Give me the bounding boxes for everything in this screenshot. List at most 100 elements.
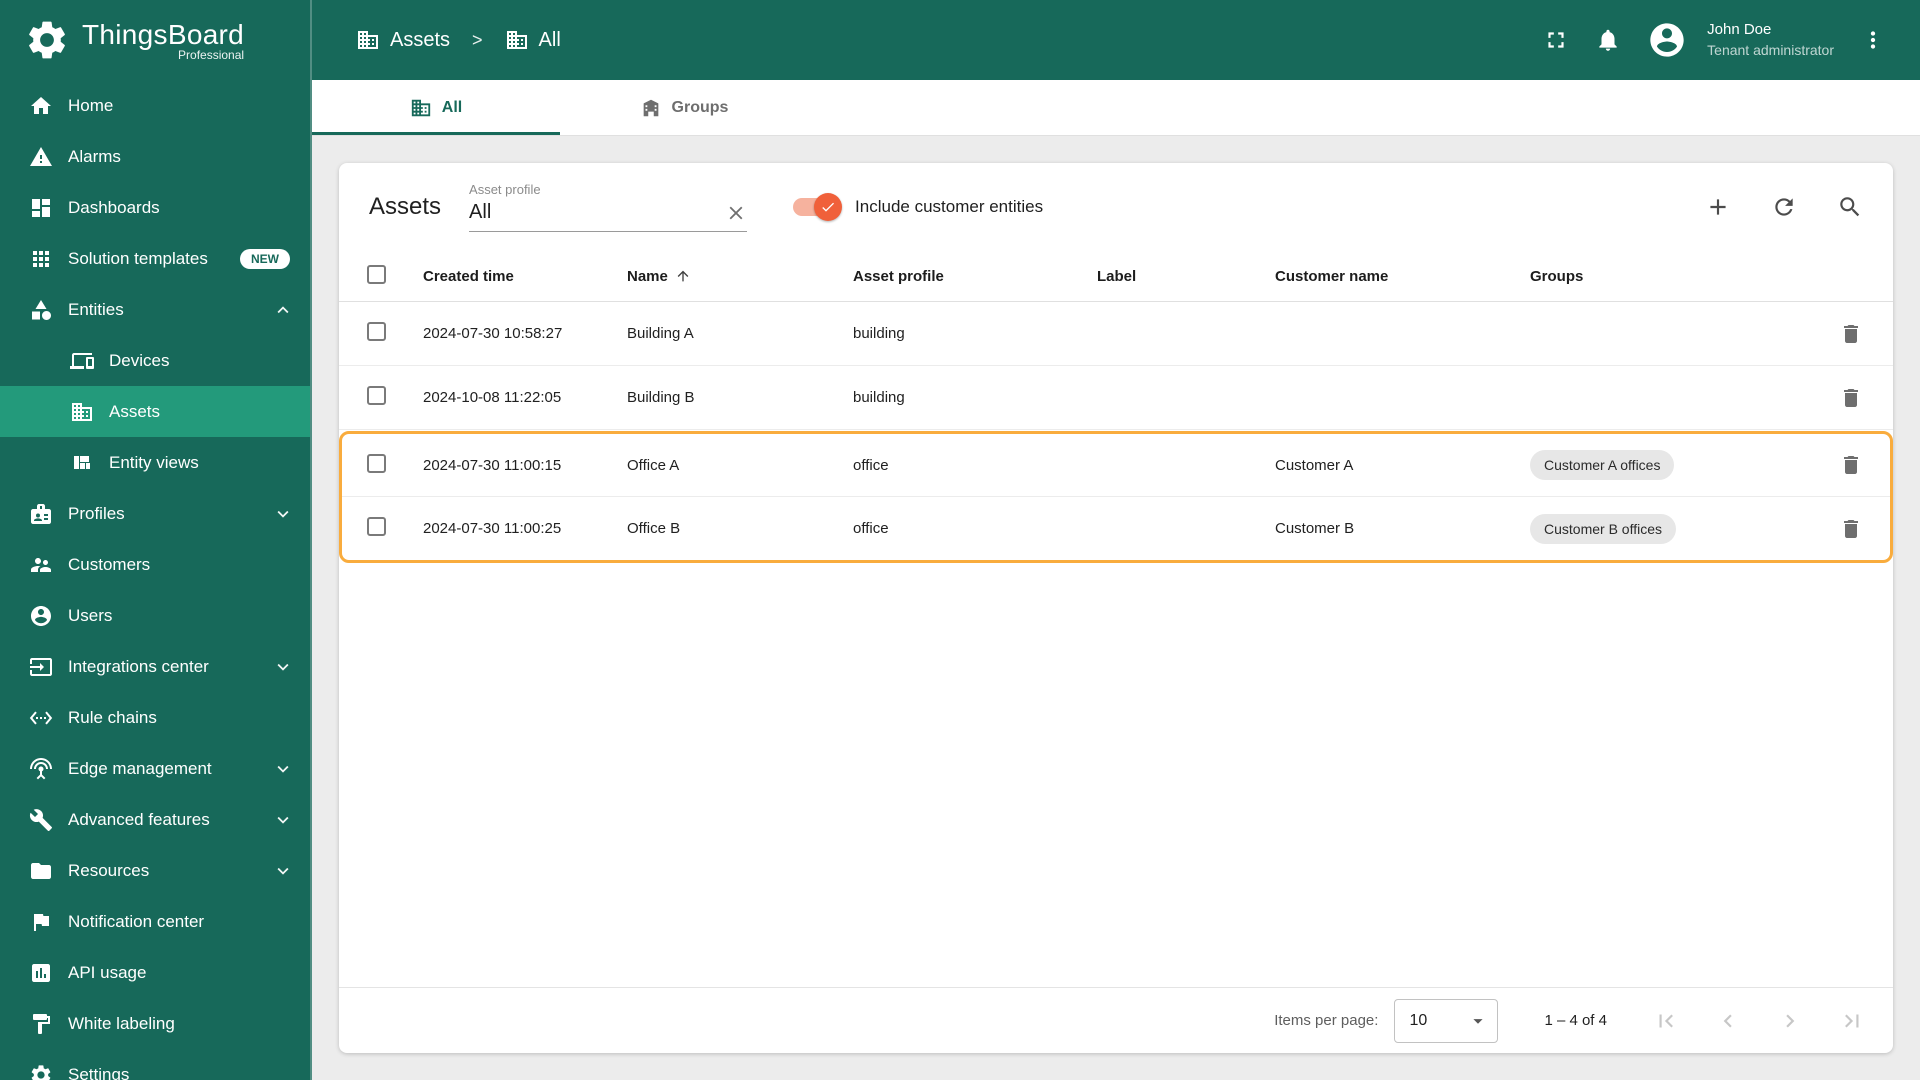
assets-icon bbox=[70, 400, 94, 424]
delete-icon[interactable] bbox=[1839, 517, 1863, 541]
chevron-down-icon bbox=[272, 656, 294, 678]
paginator: Items per page: 10 1 – 4 of 4 bbox=[339, 987, 1893, 1053]
clear-filter-icon[interactable] bbox=[725, 202, 747, 224]
include-customer-entities-toggle[interactable]: Include customer entities bbox=[793, 193, 1043, 221]
cell-name: Office A bbox=[627, 456, 680, 474]
search-icon[interactable] bbox=[1837, 194, 1863, 220]
select-all-checkbox[interactable] bbox=[367, 264, 386, 284]
views-icon bbox=[70, 451, 94, 475]
sidebar-item-label: API usage bbox=[68, 962, 147, 982]
table-row[interactable]: 2024-07-30 11:00:15 Office A office Custome… bbox=[342, 434, 1890, 497]
content: Assets Asset profile All Include custome… bbox=[312, 136, 1920, 1080]
customers-icon bbox=[29, 553, 53, 577]
sidebar-item-label: Entities bbox=[68, 299, 124, 319]
column-header-label[interactable]: Label bbox=[1097, 268, 1275, 285]
sidebar-item-alarms[interactable]: Alarms bbox=[0, 131, 310, 182]
sidebar-item-label: Alarms bbox=[68, 146, 121, 166]
assets-icon bbox=[410, 97, 432, 119]
table-row[interactable]: 2024-07-30 11:00:25 Office B office Custome… bbox=[342, 497, 1890, 560]
cell-groups: Customer A offices bbox=[1530, 450, 1815, 480]
table-row[interactable]: 2024-07-30 10:58:27 Building A building bbox=[339, 302, 1893, 366]
items-per-page-select[interactable]: 10 bbox=[1394, 998, 1499, 1043]
chevron-down-icon bbox=[272, 503, 294, 525]
tab-groups[interactable]: Groups bbox=[560, 80, 808, 135]
sidebar-item-entities[interactable]: Entities bbox=[0, 284, 310, 335]
sidebar-item-integrations-center[interactable]: Integrations center bbox=[0, 641, 310, 692]
delete-icon[interactable] bbox=[1839, 453, 1863, 477]
devices-icon bbox=[70, 349, 94, 373]
toggle-switch[interactable] bbox=[793, 193, 843, 221]
fullscreen-icon[interactable] bbox=[1543, 27, 1569, 53]
sidebar-item-home[interactable]: Home bbox=[0, 80, 310, 131]
sidebar-item-rule-chains[interactable]: Rule chains bbox=[0, 692, 310, 743]
sidebar-item-settings[interactable]: Settings bbox=[0, 1049, 310, 1080]
column-header-groups[interactable]: Groups bbox=[1530, 268, 1815, 285]
sidebar-item-devices[interactable]: Devices bbox=[0, 335, 310, 386]
group-chip[interactable]: Customer A offices bbox=[1530, 450, 1675, 480]
sidebar-item-profiles[interactable]: Profiles bbox=[0, 488, 310, 539]
sidebar-item-customers[interactable]: Customers bbox=[0, 539, 310, 590]
column-header-created-time[interactable]: Created time bbox=[423, 268, 627, 285]
avatar[interactable] bbox=[1647, 20, 1687, 60]
cell-created-time: 2024-10-08 11:22:05 bbox=[423, 389, 562, 406]
sidebar-item-api-usage[interactable]: API usage bbox=[0, 947, 310, 998]
sidebar-item-users[interactable]: Users bbox=[0, 590, 310, 641]
solution-icon bbox=[29, 247, 53, 271]
app-root: ThingsBoard Professional Home Alarms Dashb… bbox=[0, 0, 1920, 1080]
first-page-icon[interactable] bbox=[1653, 1008, 1679, 1034]
dashboards-icon bbox=[29, 196, 53, 220]
sidebar-item-dashboards[interactable]: Dashboards bbox=[0, 182, 310, 233]
next-page-icon[interactable] bbox=[1777, 1008, 1803, 1034]
sidebar-item-notification-center[interactable]: Notification center bbox=[0, 896, 310, 947]
notifications-bell-icon[interactable] bbox=[1595, 27, 1621, 53]
last-page-icon[interactable] bbox=[1839, 1008, 1865, 1034]
delete-icon[interactable] bbox=[1839, 386, 1863, 410]
sidebar-item-label: Solution templates bbox=[68, 248, 208, 268]
cell-created-time: 2024-07-30 11:00:25 bbox=[423, 520, 562, 537]
previous-page-icon[interactable] bbox=[1715, 1008, 1741, 1034]
refresh-icon[interactable] bbox=[1771, 194, 1797, 220]
column-header-name[interactable]: Name bbox=[627, 268, 853, 285]
sidebar-item-solution-templates[interactable]: Solution templates NEW bbox=[0, 233, 310, 284]
sidebar-item-label: White labeling bbox=[68, 1013, 175, 1033]
brand-logo[interactable]: ThingsBoard Professional bbox=[0, 0, 310, 80]
page-title: Assets bbox=[369, 193, 442, 220]
column-header-name-label: Name bbox=[627, 267, 668, 285]
sidebar-item-label: Dashboards bbox=[68, 197, 160, 217]
sidebar-item-resources[interactable]: Resources bbox=[0, 845, 310, 896]
sidebar-item-white-labeling[interactable]: White labeling bbox=[0, 998, 310, 1049]
sidebar-item-label: Users bbox=[68, 605, 113, 625]
sidebar-item-edge-management[interactable]: Edge management bbox=[0, 743, 310, 794]
column-header-asset-profile[interactable]: Asset profile bbox=[853, 268, 1097, 285]
assets-card: Assets Asset profile All Include custome… bbox=[339, 163, 1893, 1053]
add-asset-icon[interactable] bbox=[1705, 194, 1731, 220]
asset-profile-filter[interactable]: Asset profile All bbox=[469, 182, 748, 232]
row-checkbox[interactable] bbox=[367, 453, 386, 473]
filter-row: All bbox=[469, 199, 748, 232]
row-checkbox[interactable] bbox=[367, 517, 386, 536]
sidebar-item-entity-views[interactable]: Entity views bbox=[0, 437, 310, 488]
integrations-icon bbox=[29, 655, 53, 679]
brand-text: ThingsBoard Professional bbox=[82, 19, 244, 62]
assets-icon bbox=[505, 28, 529, 52]
sidebar-item-assets[interactable]: Assets bbox=[0, 386, 310, 437]
entities-icon bbox=[29, 298, 53, 322]
row-checkbox[interactable] bbox=[367, 386, 386, 405]
column-header-customer-name[interactable]: Customer name bbox=[1275, 268, 1530, 285]
group-chip[interactable]: Customer B offices bbox=[1530, 513, 1677, 544]
delete-icon[interactable] bbox=[1839, 322, 1863, 346]
new-badge: NEW bbox=[240, 248, 290, 269]
items-per-page-value: 10 bbox=[1409, 1011, 1428, 1029]
breadcrumb-all[interactable]: All bbox=[539, 29, 561, 52]
more-menu-icon[interactable] bbox=[1860, 27, 1886, 53]
row-checkbox[interactable] bbox=[367, 322, 386, 341]
sort-ascending-icon bbox=[675, 268, 691, 284]
breadcrumb-assets[interactable]: Assets bbox=[390, 29, 450, 52]
user-name: John Doe bbox=[1707, 21, 1772, 39]
tab-all[interactable]: All bbox=[312, 80, 560, 135]
table-row[interactable]: 2024-10-08 11:22:05 Building B building bbox=[339, 366, 1893, 430]
alarms-icon bbox=[29, 145, 53, 169]
breadcrumb: Assets > All bbox=[356, 28, 561, 52]
brand-subtitle: Professional bbox=[178, 47, 245, 62]
sidebar-item-advanced-features[interactable]: Advanced features bbox=[0, 794, 310, 845]
